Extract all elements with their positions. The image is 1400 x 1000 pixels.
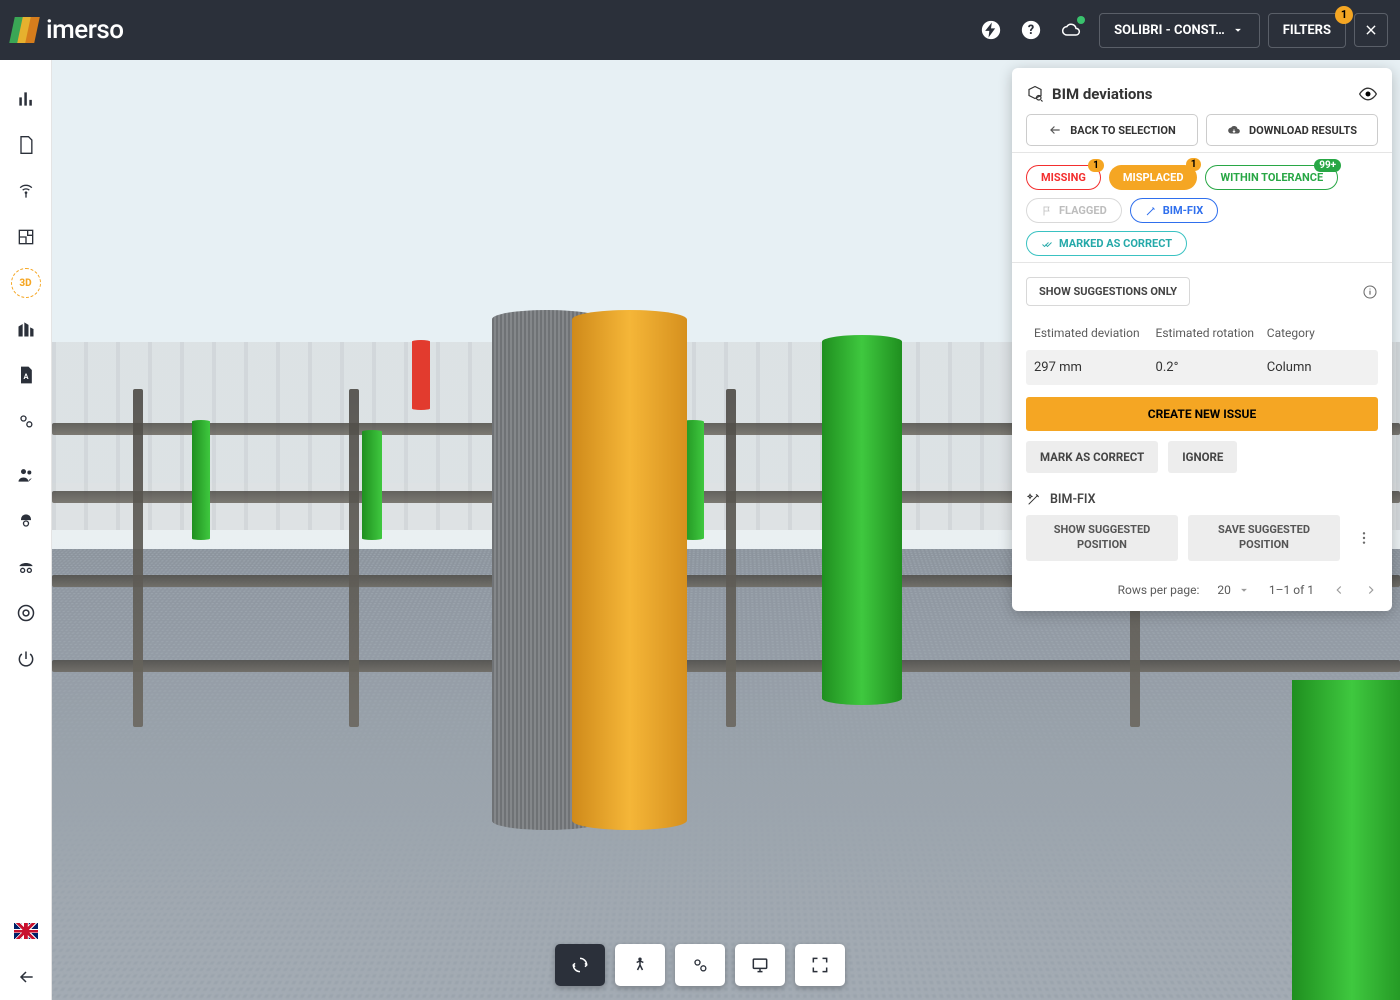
arrow-left-icon (1048, 123, 1062, 137)
app-name: imerso (46, 15, 124, 45)
visibility-icon[interactable] (1358, 84, 1378, 104)
wand-icon (1145, 205, 1157, 217)
chevron-left-icon[interactable] (1332, 583, 1346, 597)
download-results-button[interactable]: DOWNLOAD RESULTS (1206, 114, 1378, 146)
filters-button[interactable]: FILTERS 1 (1268, 13, 1346, 48)
app-header: imerso ? SOLIBRI - CONST… FILTERS 1 (0, 0, 1400, 60)
view-settings[interactable] (675, 944, 725, 986)
close-icon (1364, 23, 1378, 37)
save-suggested-button[interactable]: SAVE SUGGESTED POSITION (1188, 515, 1340, 561)
results-table: Estimated deviation Estimated rotation C… (1026, 316, 1378, 385)
filter-flagged[interactable]: FLAGGED (1026, 198, 1122, 223)
app-logo: imerso (12, 15, 124, 45)
nav-users[interactable] (0, 452, 52, 498)
nav-file-annotated[interactable]: A (0, 352, 52, 398)
cloud-status-icon[interactable] (1051, 10, 1091, 50)
chevron-right-icon[interactable] (1364, 583, 1378, 597)
show-suggested-button[interactable]: SHOW SUGGESTED POSITION (1026, 515, 1178, 561)
filters-label: FILTERS (1283, 23, 1331, 38)
nav-document[interactable] (0, 122, 52, 168)
rows-per-page-select[interactable]: 20 (1217, 583, 1251, 597)
flag-uk-icon (14, 923, 38, 939)
cube-search-icon (1026, 85, 1044, 103)
filters-badge: 1 (1335, 6, 1353, 24)
filter-marked-correct[interactable]: MARKED AS CORRECT (1026, 231, 1187, 256)
filter-bimfix[interactable]: BIM-FIX (1130, 198, 1219, 223)
close-button[interactable] (1354, 13, 1388, 47)
nav-network[interactable] (0, 168, 52, 214)
nav-support[interactable] (0, 590, 52, 636)
panel-title: BIM deviations (1052, 85, 1350, 103)
wand-icon (1026, 491, 1042, 507)
back-to-selection-button[interactable]: BACK TO SELECTION (1026, 114, 1198, 146)
flag-icon (1041, 205, 1053, 217)
filter-misplaced[interactable]: MISPLACED 1 (1109, 165, 1198, 190)
col-deviation: Estimated deviation (1034, 326, 1148, 340)
col-category: Category (1267, 326, 1370, 340)
svg-text:?: ? (1028, 23, 1034, 38)
show-suggestions-toggle[interactable]: SHOW SUGGESTIONS ONLY (1026, 277, 1190, 306)
nav-power[interactable] (0, 636, 52, 682)
cloud-download-icon (1227, 123, 1241, 137)
project-selector[interactable]: SOLIBRI - CONST… (1099, 13, 1260, 48)
project-name: SOLIBRI - CONST… (1114, 23, 1225, 38)
filter-within-tolerance[interactable]: WITHIN TOLERANCE 99+ (1205, 165, 1338, 190)
help-icon[interactable]: ? (1011, 10, 1051, 50)
left-sidebar: 3D A (0, 60, 52, 1000)
status-dot (1077, 16, 1085, 24)
orbit-tool[interactable] (555, 944, 605, 986)
nav-incognito[interactable] (0, 544, 52, 590)
walk-tool[interactable] (615, 944, 665, 986)
bim-deviations-panel: BIM deviations BACK TO SELECTION DOWNLOA… (1012, 68, 1392, 611)
info-icon[interactable] (1362, 284, 1378, 300)
kebab-icon (1356, 530, 1372, 546)
selected-column[interactable] (572, 310, 687, 830)
fullscreen-tool[interactable] (795, 944, 845, 986)
create-issue-button[interactable]: CREATE NEW ISSUE (1026, 397, 1378, 431)
logo-mark-icon (12, 17, 38, 43)
nav-buildings[interactable] (0, 306, 52, 352)
nav-analytics[interactable] (0, 76, 52, 122)
viewport-toolbar (555, 944, 845, 986)
collapse-sidebar[interactable] (0, 954, 52, 1000)
rows-per-page-label: Rows per page: (1118, 583, 1200, 597)
nav-3d-view[interactable]: 3D (0, 260, 52, 306)
nav-settings[interactable] (0, 398, 52, 444)
table-row[interactable]: 297 mm 0.2° Column (1026, 350, 1378, 385)
bimfix-section-label: BIM-FIX (1026, 491, 1378, 507)
ignore-button[interactable]: IGNORE (1168, 441, 1237, 473)
mark-as-correct-button[interactable]: MARK AS CORRECT (1026, 441, 1158, 473)
nav-worker[interactable] (0, 498, 52, 544)
double-check-icon (1041, 238, 1053, 250)
filter-missing[interactable]: MISSING 1 (1026, 165, 1101, 190)
chevron-down-icon (1231, 23, 1245, 37)
language-selector[interactable] (0, 908, 52, 954)
more-actions[interactable] (1350, 530, 1378, 546)
col-rotation: Estimated rotation (1156, 326, 1259, 340)
page-range: 1–1 of 1 (1269, 583, 1314, 597)
table-pager: Rows per page: 20 1–1 of 1 (1026, 583, 1378, 597)
bolt-icon[interactable] (971, 10, 1011, 50)
caret-down-icon (1237, 583, 1251, 597)
nav-floorplan[interactable] (0, 214, 52, 260)
present-tool[interactable] (735, 944, 785, 986)
